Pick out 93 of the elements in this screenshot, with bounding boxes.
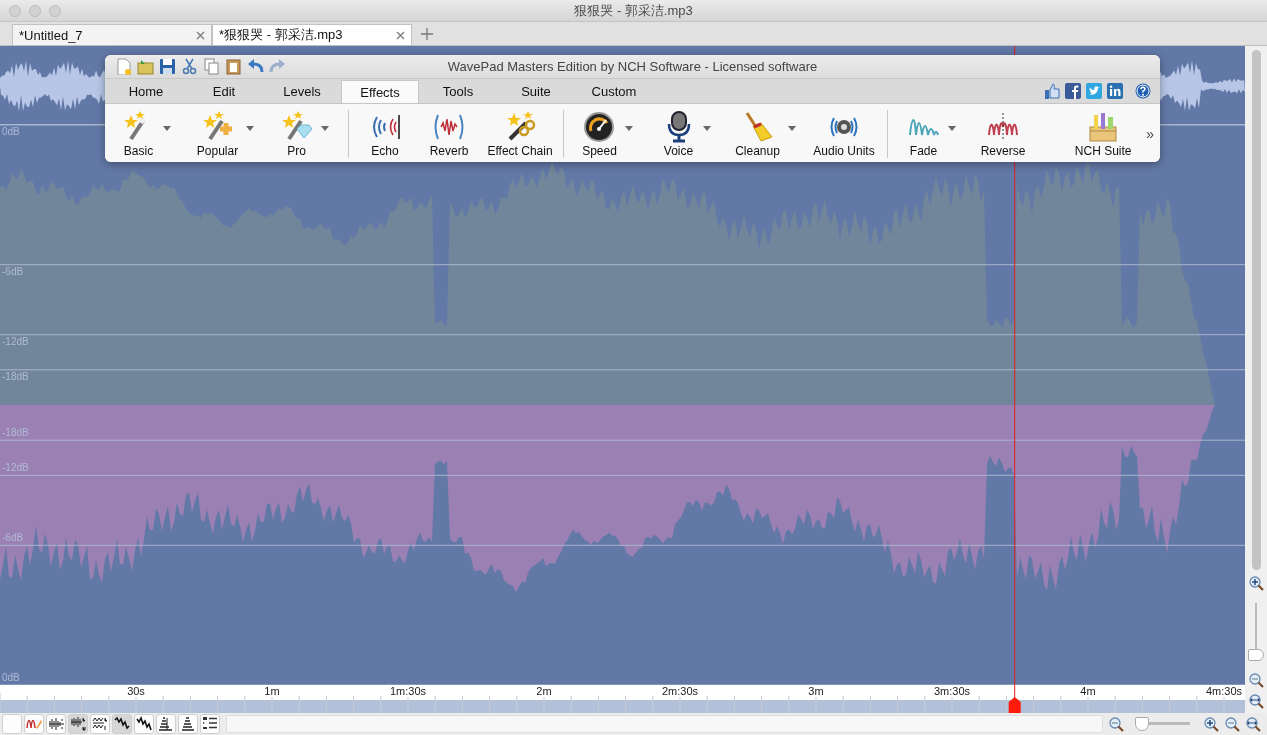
save-icon[interactable]: [159, 58, 176, 75]
close-icon[interactable]: [396, 30, 405, 40]
db-label: -18dB: [2, 370, 29, 382]
ribbon-button[interactable]: Speed: [568, 108, 647, 160]
ribbon-button[interactable]: Basic: [107, 108, 186, 160]
time-label: 4m:30s: [1205, 685, 1243, 697]
db-label: -6dB: [2, 532, 24, 544]
db-label: -18dB: [2, 427, 29, 439]
caret-icon: [162, 125, 171, 131]
ribbon-button[interactable]: Fade: [892, 108, 971, 160]
gauge-icon: [583, 110, 616, 143]
twitter-icon[interactable]: [1086, 83, 1102, 99]
paste-icon[interactable]: [225, 58, 242, 75]
zoom-fit-icon[interactable]: [1248, 694, 1264, 709]
waveform-icon: [136, 716, 152, 732]
wand-plus-icon: [201, 110, 234, 143]
time-label: 1m:30s: [389, 685, 427, 697]
time-label: 2m: [536, 685, 552, 697]
caret-icon: [320, 125, 329, 131]
zoom-slider-thumb[interactable]: [1135, 717, 1150, 731]
caret-icon: [702, 125, 711, 131]
ribbon-button[interactable]: Echo: [353, 108, 417, 160]
undo-icon[interactable]: [247, 58, 264, 75]
view-button[interactable]: [46, 714, 66, 734]
caret-icon: [624, 125, 633, 131]
spectrum-icon: [180, 716, 196, 732]
db-label: -12dB: [2, 462, 29, 474]
scrollbar[interactable]: [1251, 50, 1261, 570]
wand-gem-icon: [280, 110, 313, 143]
ribbon-button[interactable]: Pro: [265, 108, 344, 160]
linkedin-icon[interactable]: [1107, 83, 1123, 99]
list-icon: [202, 716, 218, 732]
ribbon-tab[interactable]: Tools: [419, 80, 497, 103]
waveform-icon: [114, 716, 130, 732]
ribbon-button[interactable]: Cleanup: [726, 108, 805, 160]
caret-icon: [246, 125, 255, 131]
toolbox-icon: [1087, 110, 1120, 143]
time-label: 30s: [127, 685, 145, 697]
waveform-markers-icon: [48, 716, 64, 732]
zoom-out-icon[interactable]: [1248, 673, 1264, 688]
zoom-in-icon[interactable]: [1248, 576, 1264, 591]
view-button[interactable]: [134, 714, 154, 734]
ribbon-button[interactable]: Reverse: [971, 108, 1035, 160]
stacked-channels-icon: [92, 716, 108, 732]
ribbon-button[interactable]: Reverb: [417, 108, 481, 160]
ribbon-button[interactable]: Effect Chain: [481, 108, 559, 160]
db-label: -12dB: [2, 335, 29, 347]
view-button[interactable]: [178, 714, 198, 734]
split-channels-icon: [70, 716, 86, 732]
thumbs-up-icon[interactable]: [1044, 83, 1060, 99]
document-tab[interactable]: *狠狠哭 - 郭采洁.mp3: [212, 24, 412, 45]
ribbon-tab[interactable]: Custom: [575, 80, 653, 103]
ribbon-button[interactable]: Voice: [647, 108, 726, 160]
ribbon-tab[interactable]: Home: [107, 80, 185, 103]
ribbon-button[interactable]: NCH Suite: [1064, 108, 1143, 160]
window-title: 狠狠哭 - 郭采洁.mp3: [574, 1, 693, 20]
ribbon-button[interactable]: Popular: [186, 108, 265, 160]
zoom-in-icon[interactable]: [1204, 716, 1219, 732]
ribbon-tab[interactable]: Suite: [497, 80, 575, 103]
tab-label: *Untitled_7: [19, 27, 83, 43]
more-button[interactable]: »: [1142, 126, 1158, 142]
time-label: 3m: [808, 685, 824, 697]
db-label: 0dB: [2, 672, 20, 683]
spectrum-icon: [158, 716, 174, 732]
zoom-fit-icon[interactable]: [1246, 716, 1261, 732]
ribbon-tab[interactable]: Effects: [341, 80, 419, 103]
close-icon[interactable]: [196, 30, 205, 40]
help-icon[interactable]: [1135, 83, 1151, 99]
time-label: 3m:30s: [933, 685, 971, 697]
view-button[interactable]: [156, 714, 176, 734]
view-button[interactable]: [112, 714, 132, 734]
cut-icon[interactable]: [181, 58, 198, 75]
toolbar-title: WavePad Masters Edition by NCH Software - Licensed software: [447, 59, 818, 74]
time-label: 4m: [1080, 685, 1096, 697]
document-tab[interactable]: *Untitled_7: [12, 24, 212, 45]
time-label: 1m: [264, 685, 280, 697]
tab-label: *狠狠哭 - 郭采洁.mp3: [219, 26, 343, 44]
view-button[interactable]: [200, 714, 220, 734]
ribbon-button[interactable]: Audio Units: [805, 108, 883, 160]
zoom-selection-icon[interactable]: [1225, 716, 1240, 732]
zoom-slider-thumb[interactable]: [1248, 649, 1264, 662]
facebook-icon[interactable]: [1065, 83, 1081, 99]
zoom-out-icon[interactable]: [1109, 716, 1124, 732]
caret-icon: [787, 125, 796, 131]
caret-icon: [947, 125, 956, 131]
view-button[interactable]: [90, 714, 110, 734]
view-button[interactable]: [68, 714, 88, 734]
time-label: 2m:30s: [661, 685, 699, 697]
open-folder-icon[interactable]: [137, 58, 154, 75]
ribbon-tab[interactable]: Edit: [185, 80, 263, 103]
db-label: -6dB: [2, 265, 24, 277]
ribbon-tab[interactable]: Levels: [263, 80, 341, 103]
db-label: 0dB: [2, 126, 20, 137]
